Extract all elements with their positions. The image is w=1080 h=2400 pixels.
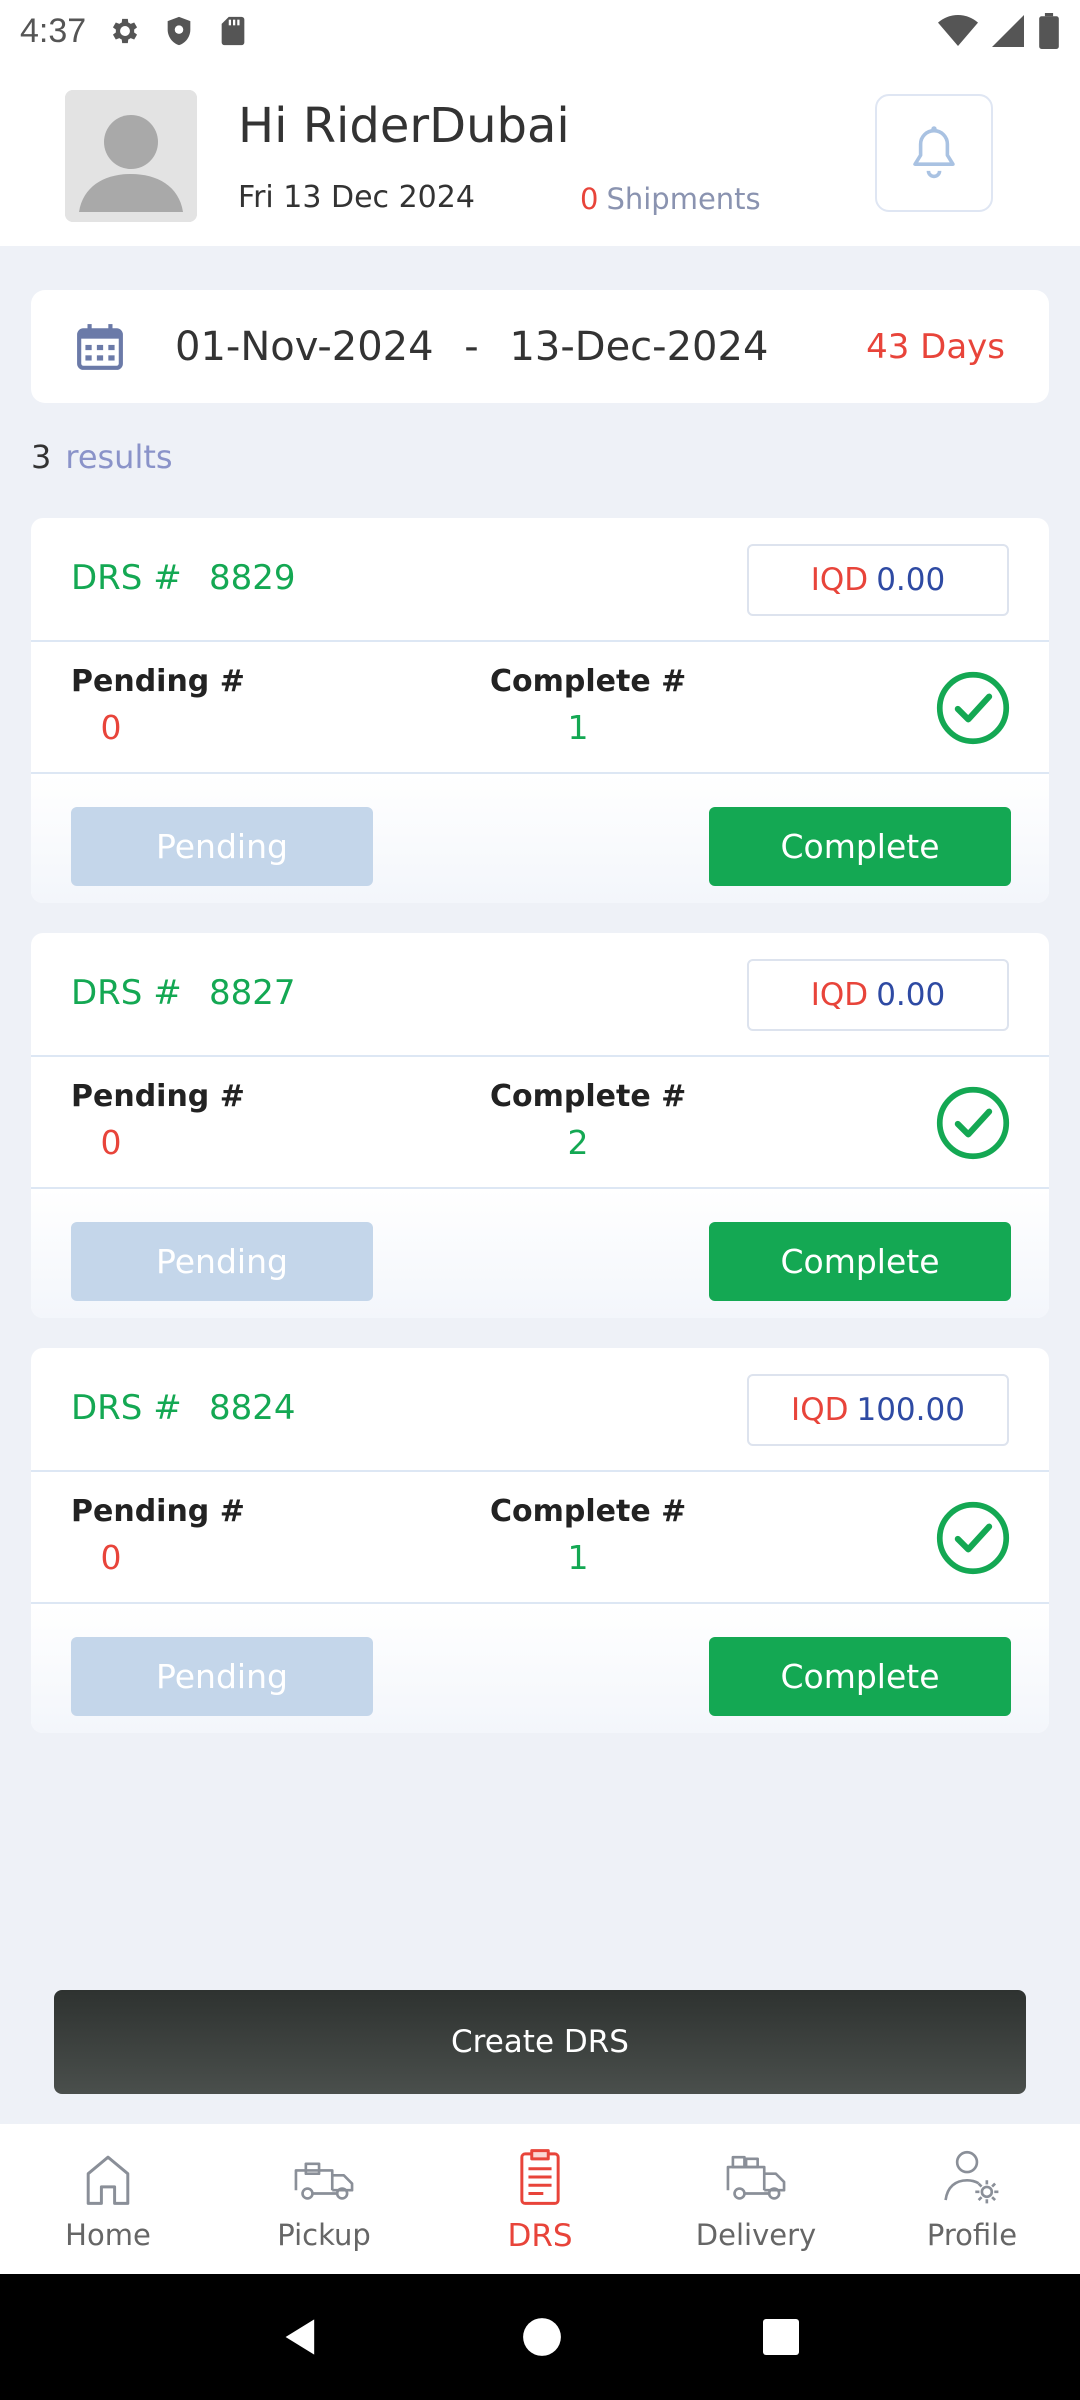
date-range-text: 01-Nov-2024 - 13-Dec-2024 [175, 324, 768, 370]
shipments-label: Shipments [606, 182, 761, 216]
pending-label: Pending # [71, 1494, 245, 1529]
date-from: 01-Nov-2024 [175, 323, 434, 370]
days-count: 43 Days [866, 326, 1005, 367]
check-circle-icon [936, 1501, 1010, 1575]
status-right [938, 13, 1060, 49]
bottom-nav: Home Pickup DRS Delivery Profile [0, 2124, 1080, 2274]
signal-icon [992, 15, 1024, 47]
clipboard-icon [520, 2149, 560, 2205]
complete-button[interactable]: Complete [709, 1637, 1011, 1716]
wifi-icon [938, 15, 978, 46]
drs-card-actions: Pending Complete [31, 774, 1049, 903]
nav-label: Delivery [695, 2218, 817, 2252]
pending-button[interactable]: Pending [71, 807, 373, 886]
nav-item-pickup[interactable]: Pickup [216, 2124, 432, 2274]
drs-card-header: DRS # 8824 IQD 100.00 [31, 1348, 1049, 1472]
pending-count: 0 [100, 708, 122, 747]
shield-icon [167, 16, 191, 46]
nav-label: DRS [507, 2218, 573, 2254]
check-circle-icon [936, 671, 1010, 745]
drs-number: 8824 [209, 1388, 296, 1428]
status-bar: 4:37 [0, 0, 1080, 62]
greeting-title: Hi RiderDubai [238, 98, 570, 154]
complete-count: 1 [567, 1538, 589, 1577]
drs-card-counts: Pending # 0 Complete # 1 [31, 642, 1049, 774]
currency-label: IQD [810, 562, 869, 598]
avatar[interactable] [65, 90, 197, 222]
back-icon[interactable] [279, 2315, 323, 2359]
delivery-truck-icon [726, 2155, 786, 2200]
drs-number: 8827 [209, 973, 296, 1013]
currency-label: IQD [810, 977, 869, 1013]
shipments-count: 0 Shipments [580, 182, 761, 216]
app-header: Hi RiderDubai Fri 13 Dec 2024 0 Shipments [0, 62, 1080, 246]
drs-card-counts: Pending # 0 Complete # 1 [31, 1472, 1049, 1604]
recents-icon[interactable] [761, 2317, 801, 2357]
complete-label: Complete # [490, 664, 687, 699]
amount-value: 0.00 [876, 977, 946, 1013]
nav-label: Profile [926, 2218, 1018, 2252]
pending-button[interactable]: Pending [71, 1222, 373, 1301]
drs-amount: IQD 0.00 [747, 959, 1009, 1031]
results-number: 3 [31, 438, 52, 476]
sd-card-icon [221, 16, 245, 46]
currency-label: IQD [791, 1392, 849, 1428]
drs-card[interactable]: DRS # 8827 IQD 0.00 Pending # 0 Complete … [31, 933, 1049, 1318]
drs-label: DRS # [71, 1388, 182, 1428]
pending-label: Pending # [71, 664, 245, 699]
drs-amount: IQD 0.00 [747, 544, 1009, 616]
truck-icon [294, 2162, 354, 2200]
nav-label: Pickup [277, 2218, 371, 2252]
header-date: Fri 13 Dec 2024 [238, 180, 475, 215]
date-separator: - [464, 323, 479, 370]
bell-icon [913, 126, 955, 179]
nav-item-drs[interactable]: DRS [432, 2124, 648, 2274]
complete-button[interactable]: Complete [709, 1222, 1011, 1301]
profile-settings-icon [944, 2150, 999, 2204]
nav-item-profile[interactable]: Profile [864, 2124, 1080, 2274]
drs-amount: IQD 100.00 [747, 1374, 1009, 1446]
settings-gear-icon [113, 18, 138, 44]
drs-card[interactable]: DRS # 8829 IQD 0.00 Pending # 0 Complete … [31, 518, 1049, 903]
user-placeholder-icon [65, 90, 197, 222]
amount-value: 100.00 [856, 1392, 965, 1428]
date-to: 13-Dec-2024 [509, 323, 769, 370]
shipments-number: 0 [580, 182, 599, 216]
nav-item-delivery[interactable]: Delivery [648, 2124, 864, 2274]
pending-count: 0 [100, 1538, 122, 1577]
drs-number: 8829 [209, 558, 296, 598]
complete-count: 2 [567, 1123, 589, 1162]
drs-card-counts: Pending # 0 Complete # 2 [31, 1057, 1049, 1189]
check-circle-icon [936, 1086, 1010, 1160]
home-icon [86, 2155, 130, 2205]
complete-label: Complete # [490, 1494, 687, 1529]
complete-button[interactable]: Complete [709, 807, 1011, 886]
home-circle-icon[interactable] [521, 2316, 563, 2358]
drs-card-actions: Pending Complete [31, 1189, 1049, 1318]
complete-label: Complete # [490, 1079, 687, 1114]
notifications-button[interactable] [875, 94, 993, 212]
pending-button[interactable]: Pending [71, 1637, 373, 1716]
date-range-picker[interactable]: 01-Nov-2024 - 13-Dec-2024 43 Days [31, 290, 1049, 403]
results-label: results [65, 438, 173, 476]
results-count: 3 results [31, 438, 173, 476]
pending-label: Pending # [71, 1079, 245, 1114]
battery-icon [1039, 13, 1059, 49]
calendar-icon [77, 323, 123, 370]
create-drs-button[interactable]: Create DRS [54, 1990, 1026, 2094]
drs-card-actions: Pending Complete [31, 1604, 1049, 1733]
drs-label: DRS # [71, 558, 182, 598]
nav-label: Home [65, 2218, 151, 2252]
pending-count: 0 [100, 1123, 122, 1162]
system-nav-bar [0, 2274, 1080, 2400]
status-time: 4:37 [20, 11, 87, 50]
drs-card-header: DRS # 8827 IQD 0.00 [31, 933, 1049, 1057]
amount-value: 0.00 [876, 562, 946, 598]
complete-count: 1 [567, 708, 589, 747]
drs-card[interactable]: DRS # 8824 IQD 100.00 Pending # 0 Complet… [31, 1348, 1049, 1733]
nav-item-home[interactable]: Home [0, 2124, 216, 2274]
drs-label: DRS # [71, 973, 182, 1013]
drs-card-header: DRS # 8829 IQD 0.00 [31, 518, 1049, 642]
